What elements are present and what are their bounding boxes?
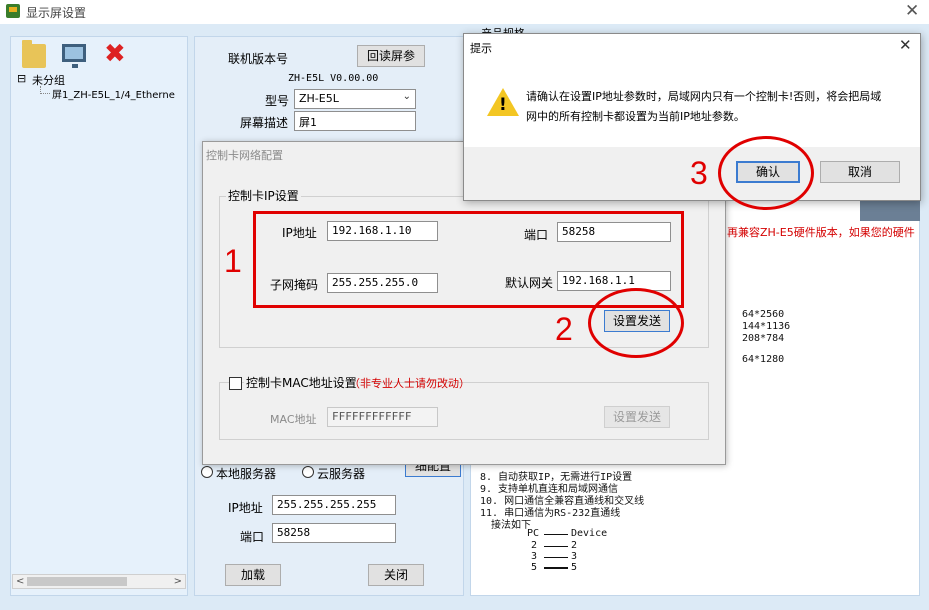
server-port-label: 端口: [240, 530, 265, 544]
screen-desc-label: 屏幕描述: [240, 116, 289, 130]
compat-notice: 再兼容ZH-E5硬件版本，如果您的硬件: [727, 226, 915, 239]
screen-desc-input[interactable]: 屏1: [294, 111, 416, 131]
chevron-down-icon: ⌄: [402, 91, 411, 102]
spec-line: 接法如下: [491, 520, 531, 531]
ip-group-title: 控制卡IP设置: [226, 187, 301, 204]
readback-button[interactable]: 回读屏参: [357, 45, 425, 67]
wiring-pin-device: 3: [571, 551, 578, 562]
annotation-number-1: 1: [224, 243, 242, 279]
model-select[interactable]: ZH-E5L ⌄: [294, 89, 416, 109]
mac-warning: （非专业人士请勿改动）: [349, 377, 470, 390]
wiring-pin-device: 2: [571, 540, 578, 551]
size-item: 208*784: [742, 333, 785, 344]
window-close-button[interactable]: ✕: [905, 1, 919, 21]
mac-settings-checkbox[interactable]: [229, 377, 242, 390]
cancel-button[interactable]: 取消: [820, 161, 900, 183]
annotation-circle-2: [588, 288, 684, 358]
wiring-line: [544, 567, 568, 569]
wiring-pin-pc: 5: [531, 562, 538, 573]
mac-input[interactable]: FFFFFFFFFFFF: [327, 407, 438, 427]
annotation-number-2: 2: [555, 311, 573, 347]
tree-expander[interactable]: ⊟: [17, 72, 26, 85]
firmware-version: ZH-E5L V0.00.00: [288, 73, 379, 84]
annotation-circle-3: [718, 136, 814, 210]
annotation-number-3: 3: [690, 155, 708, 191]
prompt-close-button[interactable]: ✕: [899, 36, 912, 54]
warning-exclamation: !: [499, 95, 507, 115]
load-button[interactable]: 加载: [225, 564, 281, 586]
folder-icon[interactable]: [22, 40, 46, 68]
size-item: 144*1136: [742, 321, 791, 332]
network-dialog-title: 控制卡网络配置: [206, 149, 283, 162]
cloud-server-radio[interactable]: [302, 466, 314, 478]
model-value: ZH-E5L: [299, 92, 339, 105]
wiring-line: [544, 546, 568, 547]
model-label: 型号: [265, 94, 290, 108]
wiring-pc: PC: [527, 528, 540, 539]
left-panel: [10, 36, 188, 596]
tree-item-screen1[interactable]: 屏1_ZH-E5L_1/4_Etherne: [52, 86, 175, 101]
size-item: 64*1280: [742, 354, 785, 365]
window-title: 显示屏设置: [26, 6, 87, 20]
delete-icon[interactable]: ✖: [104, 41, 126, 67]
horizontal-scrollbar[interactable]: < >: [12, 574, 186, 589]
size-item: 64*2560: [742, 309, 785, 320]
mac-checkbox-label: 控制卡MAC地址设置: [244, 374, 359, 391]
local-server-label: 本地服务器: [216, 467, 277, 481]
prompt-message: 请确认在设置IP地址参数时，局域网内只有一个控制卡!否则，将会把局域网中的所有控…: [526, 90, 882, 123]
wiring-device: Device: [571, 528, 608, 539]
firmware-label: 联机版本号: [228, 52, 289, 66]
cloud-server-label: 云服务器: [317, 467, 366, 481]
close-button[interactable]: 关闭: [368, 564, 424, 586]
spec-image-fragment: [860, 199, 920, 221]
tree-connector: [40, 86, 50, 94]
prompt-title: 提示: [470, 42, 492, 55]
server-ip-input[interactable]: 255.255.255.255: [272, 495, 396, 515]
wiring-pin-pc: 2: [531, 540, 538, 551]
monitor-icon[interactable]: [62, 44, 86, 68]
server-ip-label: IP地址: [228, 501, 263, 515]
wiring-pin-pc: 3: [531, 551, 538, 562]
mac-label: MAC地址: [270, 413, 317, 426]
wiring-pin-device: 5: [571, 562, 578, 573]
title-bar: [0, 0, 929, 24]
wiring-line: [544, 534, 568, 535]
send-mac-button[interactable]: 设置发送: [604, 406, 670, 428]
wiring-line: [544, 557, 568, 558]
local-server-radio[interactable]: [201, 466, 213, 478]
app-icon: [6, 4, 20, 18]
server-port-input[interactable]: 58258: [272, 523, 396, 543]
